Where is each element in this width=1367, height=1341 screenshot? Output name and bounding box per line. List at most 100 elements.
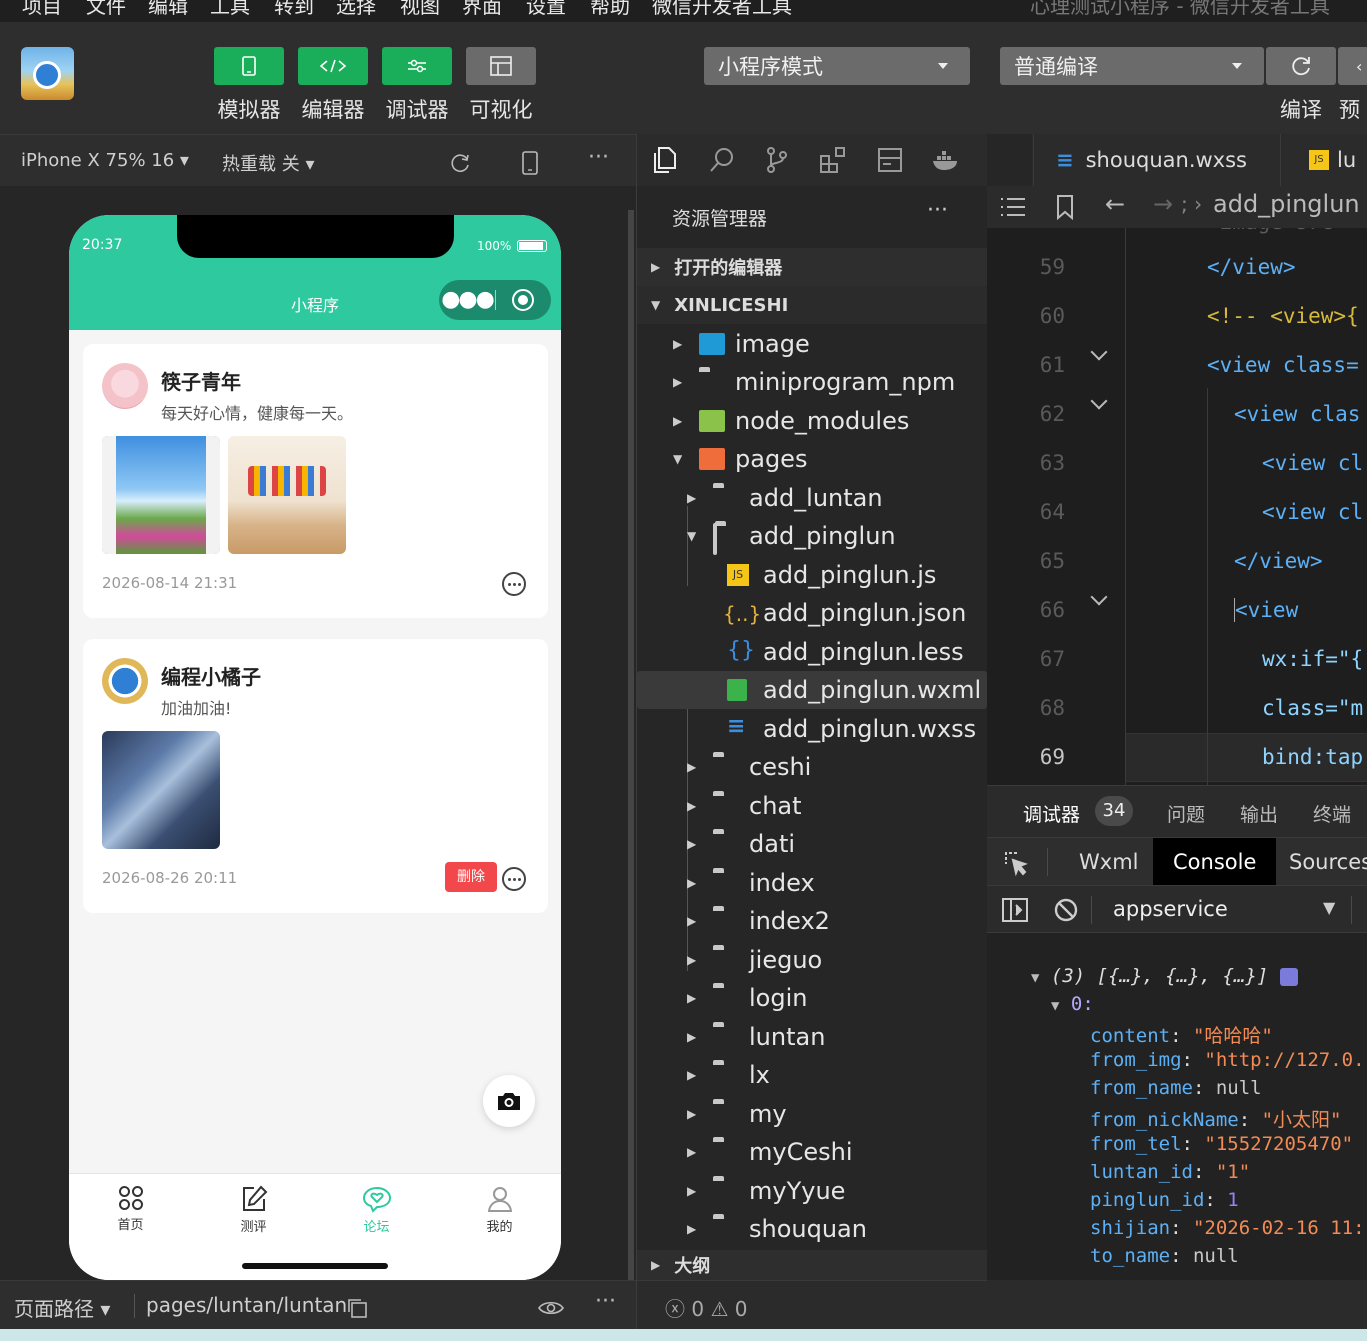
hotreload-select[interactable]: 热重载 关 ▾ [222, 150, 315, 176]
comment-icon[interactable] [502, 867, 526, 891]
menu-file[interactable]: 文件 [86, 0, 126, 19]
inspect-cursor-icon[interactable] [1003, 850, 1029, 876]
menu-settings[interactable]: 设置 [526, 0, 566, 19]
tree-folder-add-luntan[interactable]: ▶ add_luntan [637, 479, 987, 517]
mode-select[interactable]: 小程序模式 [704, 47, 970, 85]
chevron-down-icon[interactable]: ▼ [1323, 898, 1335, 917]
preview-button[interactable]: ‹ [1338, 47, 1367, 85]
tree-folder-add-pinglun[interactable]: ▼ add_pinglun [637, 517, 987, 555]
tree-folder-myyyue[interactable]: ▶ myYyue [637, 1172, 987, 1210]
menu-goto[interactable]: 转到 [274, 0, 314, 19]
explorer-files-icon[interactable] [651, 146, 677, 174]
tree-folder-dati[interactable]: ▶ dati [637, 825, 987, 863]
simulator-scrollbar[interactable] [628, 210, 634, 1280]
tree-file-wxss[interactable]: ≡ add_pinglun.wxss [637, 710, 987, 748]
menu-project[interactable]: 项目 [22, 0, 62, 19]
source-control-icon[interactable] [765, 146, 789, 174]
tree-folder-index[interactable]: ▶ index [637, 864, 987, 902]
docker-icon[interactable] [931, 148, 961, 172]
tree-folder-node-modules[interactable]: ▶ node_modules [637, 402, 987, 440]
close-capsule-icon[interactable] [512, 289, 534, 311]
tree-folder-jieguo[interactable]: ▶ jieguo [637, 941, 987, 979]
console-index[interactable]: ▼ 0: [1051, 993, 1094, 1015]
forward-arrow-icon[interactable]: → [1153, 190, 1173, 218]
tree-folder-lx[interactable]: ▶ lx [637, 1056, 987, 1094]
tree-folder-index2[interactable]: ▶ index2 [637, 902, 987, 940]
outline-section[interactable]: ▶ 大纲 [637, 1250, 987, 1280]
context-select[interactable]: appservice [1113, 897, 1228, 921]
menu-edit[interactable]: 编辑 [148, 0, 188, 19]
tab-console[interactable]: Console [1153, 838, 1277, 886]
tree-file-less[interactable]: {} add_pinglun.less [637, 633, 987, 671]
tree-folder-login[interactable]: ▶ login [637, 979, 987, 1017]
code-editor[interactable]: <image src 59 60 61 62 63 64 65 66 67 68… [987, 228, 1367, 785]
page-path-select[interactable]: 页面路径 ▾ [14, 1293, 110, 1322]
post-image[interactable] [102, 731, 220, 849]
copy-icon[interactable] [346, 1297, 368, 1319]
project-section[interactable]: ▼ XINLICESHI [637, 286, 987, 324]
tab-forum[interactable]: 论坛 [315, 1180, 438, 1235]
project-avatar[interactable] [21, 47, 74, 100]
compile-button[interactable] [1266, 47, 1336, 85]
problems-status[interactable]: ⓧ 0 ⚠ 0 [665, 1293, 747, 1322]
compile-select[interactable]: 普通编译 [1000, 47, 1264, 85]
editor-toggle-button[interactable] [298, 47, 368, 85]
avatar[interactable] [102, 658, 148, 704]
tree-folder-ceshi[interactable]: ▶ ceshi [637, 748, 987, 786]
layout-panel-icon[interactable] [877, 146, 903, 174]
console-array-summary[interactable]: ▼ (3) [{…}, {…}, {…}] [1031, 965, 1298, 987]
menu-select[interactable]: 选择 [336, 0, 376, 19]
post-image[interactable] [102, 436, 220, 554]
menu-help[interactable]: 帮助 [590, 0, 630, 19]
fold-chevron-icon[interactable] [1090, 392, 1108, 410]
debugger-toggle-button[interactable] [382, 47, 452, 85]
sidebar-toggle-icon[interactable] [1001, 897, 1029, 923]
breadcrumb-symbol[interactable]: add_pinglun [1213, 190, 1360, 218]
search-icon[interactable] [709, 146, 735, 174]
tab-home[interactable]: 首页 [69, 1180, 192, 1233]
fold-chevron-icon[interactable] [1090, 343, 1108, 361]
tab-mine[interactable]: 我的 [438, 1180, 561, 1235]
list-icon[interactable] [999, 196, 1027, 218]
eye-icon[interactable] [537, 1299, 565, 1317]
menu-view[interactable]: 视图 [400, 0, 440, 19]
tab-lu[interactable]: JS lu [1309, 134, 1356, 186]
back-arrow-icon[interactable]: ← [1105, 190, 1125, 218]
bookmark-icon[interactable] [1055, 194, 1075, 220]
more-icon[interactable]: ··· [588, 145, 609, 170]
tree-folder-image[interactable]: ▶ image [637, 325, 987, 363]
capsule-menu[interactable]: ●●● [439, 280, 551, 320]
tab-shouquan-wxss[interactable]: ≡ shouquan.wxss [1033, 134, 1281, 186]
tab-terminal[interactable]: 终端 [1313, 800, 1351, 827]
tab-sources[interactable]: Sources [1269, 838, 1367, 886]
fold-chevron-icon[interactable] [1090, 588, 1108, 606]
visual-toggle-button[interactable] [466, 47, 536, 85]
rotate-icon[interactable] [449, 152, 471, 174]
tab-debugger[interactable]: 调试器 [1023, 800, 1081, 841]
post-image[interactable] [228, 436, 346, 554]
tab-problems[interactable]: 问题 [1167, 800, 1205, 827]
camera-fab-button[interactable] [483, 1075, 535, 1127]
tab-assessment[interactable]: 测评 [192, 1180, 315, 1235]
phone-icon[interactable] [521, 151, 539, 175]
clear-console-icon[interactable] [1053, 897, 1079, 923]
tree-file-json[interactable]: {..} add_pinglun.json [637, 594, 987, 632]
comment-icon[interactable] [502, 572, 526, 596]
avatar[interactable] [102, 363, 148, 409]
more-dots-icon[interactable]: ●●● [439, 280, 495, 320]
tab-wxml[interactable]: Wxml [1059, 838, 1158, 886]
menu-tools[interactable]: 工具 [210, 0, 250, 19]
tab-output[interactable]: 输出 [1240, 800, 1278, 827]
simulator-toggle-button[interactable] [214, 47, 284, 85]
open-editors-section[interactable]: ▶ 打开的编辑器 [637, 248, 987, 286]
delete-button[interactable]: 删除 [445, 862, 497, 892]
menu-devtools[interactable]: 微信开发者工具 [652, 0, 792, 19]
more-icon[interactable]: ··· [927, 198, 948, 223]
device-select[interactable]: iPhone X 75% 16 ▾ [21, 150, 189, 171]
more-icon[interactable]: ··· [595, 1289, 616, 1314]
console-output[interactable]: ▼ (3) [{…}, {…}, {…}] ▼ 0: content: "哈哈哈… [987, 933, 1367, 1280]
tree-folder-my[interactable]: ▶ my [637, 1095, 987, 1133]
extensions-icon[interactable] [819, 146, 847, 174]
tree-folder-pages[interactable]: ▼ pages [637, 440, 987, 478]
tree-folder-luntan[interactable]: ▶ luntan [637, 1018, 987, 1056]
